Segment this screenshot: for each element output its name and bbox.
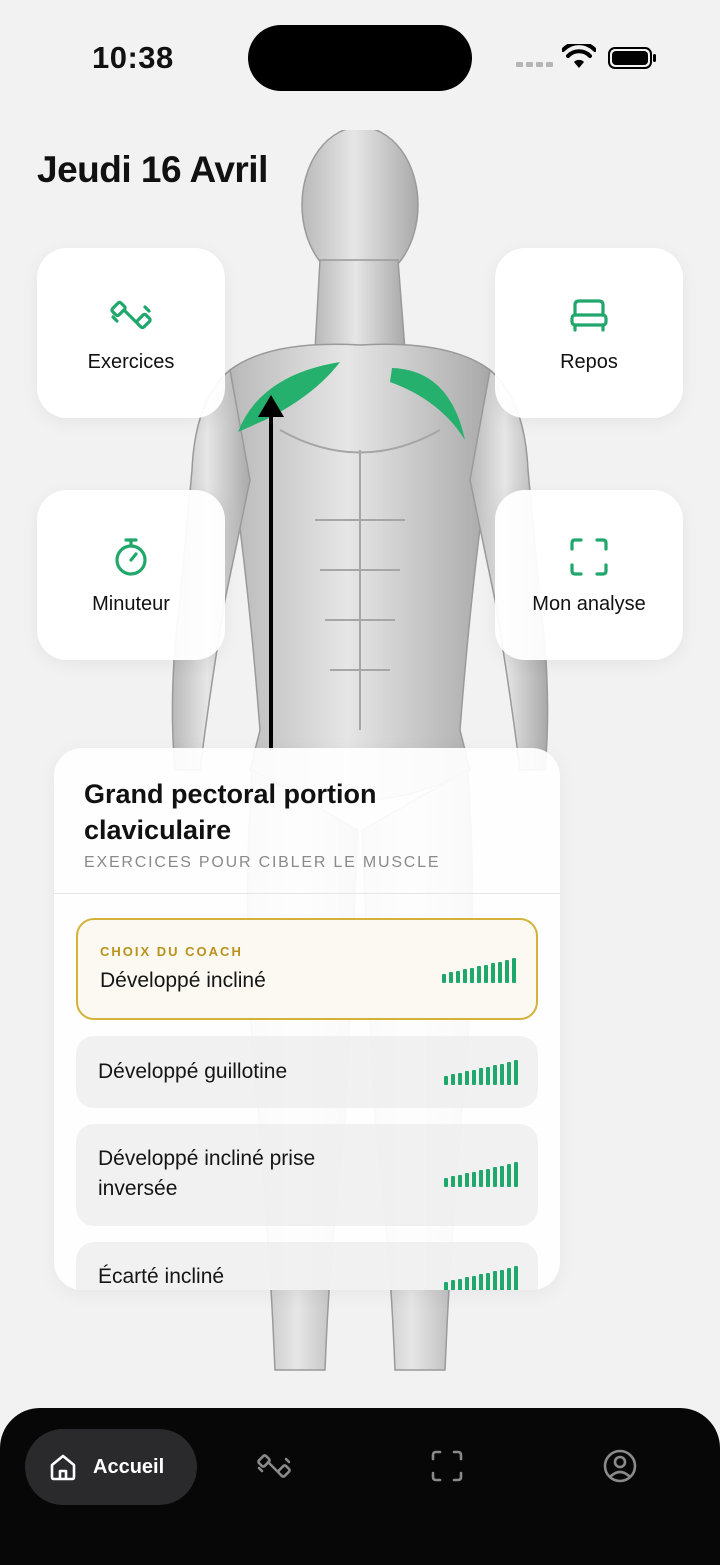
- timer-label: Minuteur: [92, 592, 170, 615]
- dynamic-island: [248, 25, 472, 91]
- status-time: 10:38: [92, 40, 174, 75]
- home-icon: [50, 1454, 76, 1481]
- muscle-subtitle: EXERCICES POUR CIBLER LE MUSCLE: [84, 854, 441, 871]
- bed-icon: [570, 298, 608, 332]
- bottom-nav: Accueil: [0, 1408, 720, 1565]
- wifi-icon: [562, 44, 596, 68]
- muscle-pointer: [258, 395, 284, 750]
- exercises-label: Exercices: [87, 350, 175, 373]
- scan-icon: [570, 537, 608, 576]
- analysis-label: Mon analyse: [532, 592, 646, 615]
- dumbbell-icon[interactable]: [256, 1448, 292, 1484]
- muscle-title: Grand pectoral portion claviculaire: [84, 779, 377, 845]
- intensity-bars-icon: [442, 958, 516, 983]
- stopwatch-icon: [115, 537, 147, 576]
- exercise-name: Développé guillotine: [98, 1060, 288, 1083]
- exercise-item[interactable]: Écarté incliné: [76, 1242, 538, 1290]
- timer-tile[interactable]: Minuteur: [37, 490, 225, 660]
- exercise-item-coach-choice[interactable]: CHOIX DU COACH Développé incliné: [76, 918, 538, 1020]
- cellular-signal-icon: [516, 62, 553, 67]
- exercise-name: Écarté incliné: [98, 1265, 225, 1288]
- dumbbell-icon: [110, 300, 152, 329]
- exercises-tile[interactable]: Exercices: [37, 248, 225, 418]
- profile-icon[interactable]: [602, 1448, 638, 1484]
- coach-choice-badge: CHOIX DU COACH: [100, 944, 243, 959]
- scan-icon[interactable]: [429, 1448, 465, 1484]
- muscle-card[interactable]: Grand pectoral portion claviculaire EXER…: [54, 748, 560, 1290]
- nav-home-button[interactable]: Accueil: [25, 1429, 197, 1505]
- exercise-name: Développé incliné: [100, 969, 266, 992]
- intensity-bars-icon: [444, 1060, 518, 1085]
- divider: [54, 893, 560, 894]
- intensity-bars-icon: [444, 1266, 518, 1290]
- nav-home-label: Accueil: [93, 1455, 165, 1478]
- rest-label: Repos: [560, 350, 618, 373]
- intensity-bars-icon: [444, 1162, 518, 1187]
- rest-tile[interactable]: Repos: [495, 248, 683, 418]
- page-title: Jeudi 16 Avril: [37, 149, 268, 190]
- exercise-item[interactable]: Développé incliné prise inversée: [76, 1124, 538, 1226]
- exercise-item[interactable]: Développé guillotine: [76, 1036, 538, 1108]
- analysis-tile[interactable]: Mon analyse: [495, 490, 683, 660]
- battery-icon: [608, 47, 656, 69]
- exercise-name: Développé incliné prise inversée: [98, 1147, 316, 1200]
